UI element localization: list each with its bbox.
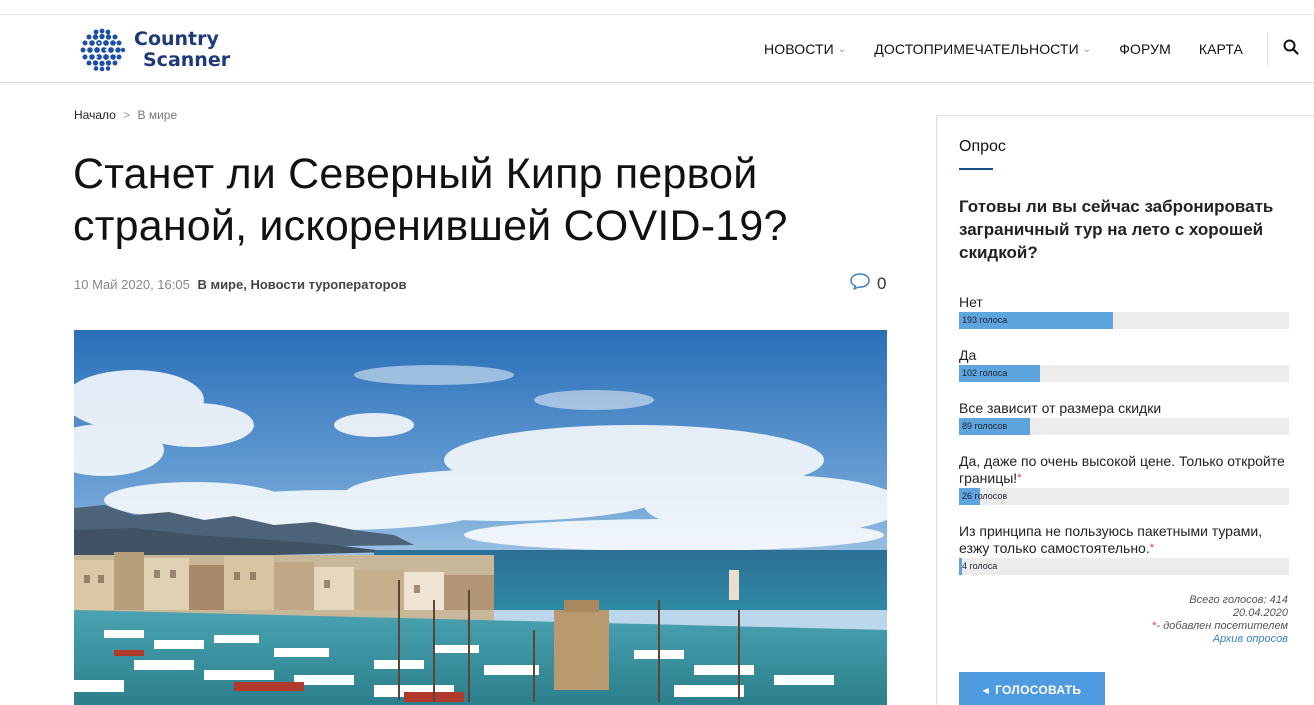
poll-footer: Всего голосов: 414 20.04.2020 *- добавле…: [1152, 594, 1288, 646]
breadcrumb-home-link[interactable]: Начало: [74, 108, 116, 122]
poll-heading-underline: [959, 168, 993, 170]
visitor-added-marker: *: [1017, 472, 1022, 484]
nav-item-news[interactable]: НОВОСТИ ⌄: [764, 41, 846, 57]
breadcrumb: Начало > В мире: [74, 108, 177, 122]
poll-option[interactable]: Нет 193 голоса: [959, 294, 1289, 329]
poll-result-bar: 102 голоса: [959, 365, 1289, 382]
poll-option-label: Все зависит от размера скидки: [959, 400, 1162, 416]
poll-option[interactable]: Все зависит от размера скидки 89 голосов: [959, 400, 1289, 435]
poll-option-label: Нет: [959, 294, 983, 310]
search-icon: [1283, 39, 1299, 60]
poll-option-label: Да, даже по очень высокой цене. Только о…: [959, 453, 1289, 487]
nav-item-label: КАРТА: [1198, 41, 1243, 57]
article-title: Станет ли Северный Кипр первой страной, …: [73, 150, 788, 250]
poll-option[interactable]: Из принципа не пользуюсь пакетными турам…: [959, 523, 1289, 575]
caret-left-icon: ◀: [982, 685, 990, 695]
logo-line-2: Scanner: [143, 49, 231, 71]
poll-votes-count: 26 голосов: [962, 491, 1008, 501]
poll-votes-count: 89 голосов: [962, 421, 1008, 431]
poll-option[interactable]: Да, даже по очень высокой цене. Только о…: [959, 453, 1289, 505]
poll-legend: *- добавлен посетителем: [1152, 620, 1288, 633]
nav-item-sights[interactable]: ДОСТОПРИМЕЧАТЕЛЬНОСТИ ⌄: [874, 41, 1091, 57]
poll-votes-count: 4 голоса: [962, 561, 998, 571]
poll-result-bar: 26 голосов: [959, 488, 1289, 505]
logo-wordmark: Country Scanner: [134, 29, 230, 71]
poll-result-bar: 4 голоса: [959, 558, 1289, 575]
chevron-down-icon: ⌄: [1082, 43, 1092, 55]
logo-line-1: Country: [134, 28, 219, 50]
chevron-down-icon: ⌄: [837, 43, 847, 55]
comment-icon: [849, 272, 877, 295]
poll-votes-count: 102 голоса: [962, 368, 1008, 378]
globe-logo-icon: [76, 26, 128, 74]
article-meta: 10 Май 2020, 16:05 В мире, Новости туроп…: [74, 277, 406, 292]
poll-date: 20.04.2020: [1232, 607, 1288, 619]
poll-legend-text: - добавлен посетителем: [1156, 620, 1288, 632]
comment-count: 0: [877, 273, 887, 293]
comments-link[interactable]: 0: [849, 272, 886, 295]
poll-heading: Опрос: [959, 138, 1006, 155]
poll-question: Готовы ли вы сейчас забронировать загран…: [959, 197, 1274, 262]
main-nav: НОВОСТИ ⌄ ДОСТОПРИМЕЧАТЕЛЬНОСТИ ⌄ ФОРУМ …: [736, 15, 1314, 83]
site-logo[interactable]: Country Scanner: [76, 25, 230, 75]
poll-result-bar: 89 голосов: [959, 418, 1289, 435]
poll-option[interactable]: Да 102 голоса: [959, 347, 1289, 382]
nav-item-map[interactable]: КАРТА: [1199, 41, 1243, 57]
poll-option-text: Из принципа не пользуюсь пакетными турам…: [959, 523, 1263, 556]
visitor-added-marker: *: [1149, 542, 1155, 554]
poll-archive-link[interactable]: Архив опросов: [1152, 633, 1288, 646]
article-categories[interactable]: В мире, Новости туроператоров: [197, 277, 406, 292]
site-header: Country Scanner НОВОСТИ ⌄ ДОСТОПРИМЕЧАТЕ…: [0, 15, 1314, 83]
poll-option-label: Да: [959, 347, 977, 363]
breadcrumb-current-link[interactable]: В мире: [138, 108, 178, 122]
top-strip: [0, 0, 1314, 15]
nav-item-label: НОВОСТИ: [764, 41, 834, 57]
nav-item-label: ДОСТОПРИМЕЧАТЕЛЬНОСТИ: [874, 41, 1079, 57]
poll-total-votes: Всего голосов: 414: [1189, 594, 1288, 606]
breadcrumb-separator: >: [123, 108, 131, 122]
vote-button-label: ГОЛОСОВАТЬ: [995, 683, 1082, 697]
poll-result-bar: 193 голоса: [959, 312, 1289, 329]
nav-item-forum[interactable]: ФОРУМ: [1119, 41, 1171, 57]
article-hero-image: [74, 330, 887, 705]
nav-item-label: ФОРУМ: [1119, 41, 1171, 57]
poll-widget: Опрос Готовы ли вы сейчас забронировать …: [936, 115, 1314, 705]
vote-button[interactable]: ◀ ГОЛОСОВАТЬ: [959, 672, 1105, 705]
poll-option-label: Из принципа не пользуюсь пакетными турам…: [959, 523, 1289, 557]
article-date: 10 Май 2020, 16:05: [74, 277, 190, 292]
search-button[interactable]: [1268, 15, 1314, 83]
poll-option-text: Да, даже по очень высокой цене. Только о…: [959, 453, 1285, 486]
poll-votes-count: 193 голоса: [962, 315, 1008, 325]
